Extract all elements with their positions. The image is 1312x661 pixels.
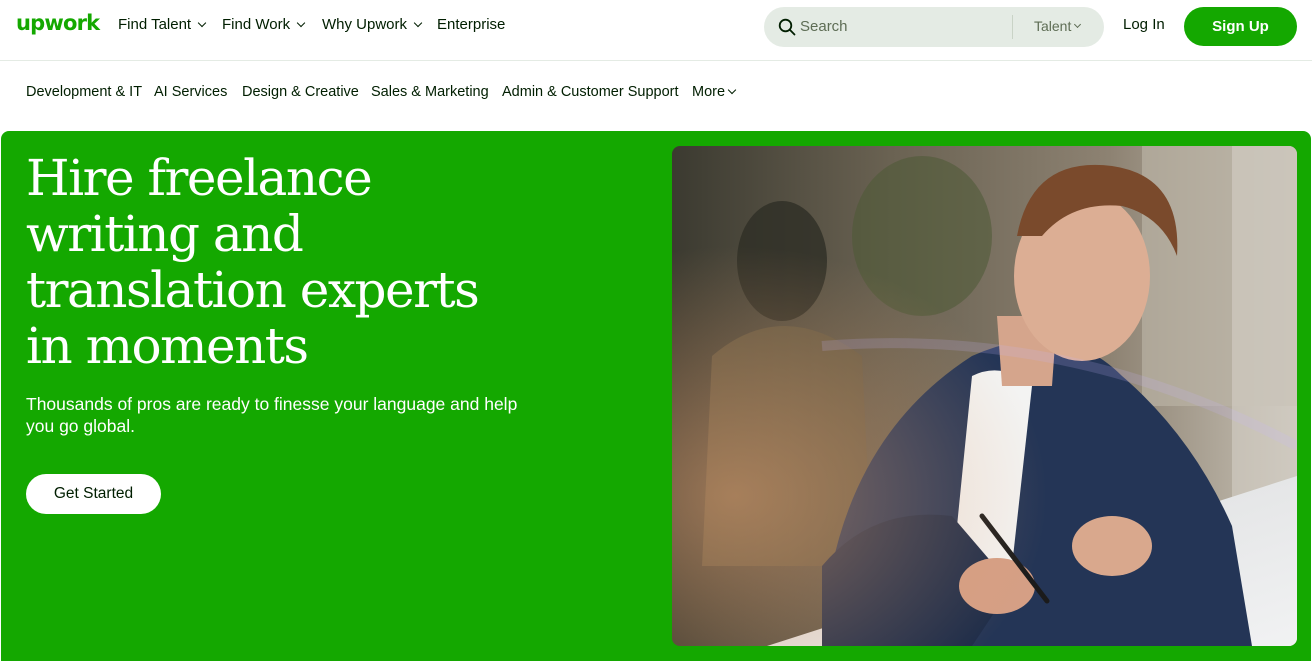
- search-scope-label: Talent: [1034, 18, 1072, 34]
- get-started-button[interactable]: Get Started: [26, 474, 161, 514]
- hero-title: Hire freelance writing and translation e…: [26, 150, 546, 374]
- login-link[interactable]: Log In: [1123, 16, 1165, 33]
- signup-button[interactable]: Sign Up: [1184, 7, 1297, 46]
- nav-enterprise-label: Enterprise: [437, 16, 506, 33]
- search-bar[interactable]: Search Talent: [764, 7, 1104, 47]
- chevron-down-icon: [727, 85, 737, 95]
- hero-section: Hire freelance writing and translation e…: [1, 131, 1311, 661]
- hero-title-line: in moments: [26, 317, 309, 375]
- chevron-down-icon: [413, 18, 423, 27]
- chevron-down-icon: [1074, 20, 1082, 28]
- nav-find-talent-label: Find Talent: [118, 16, 192, 33]
- category-development-it[interactable]: Development & IT: [26, 84, 142, 100]
- top-navigation: upwork Find Talent Find Work Why Upwork …: [0, 0, 1312, 61]
- category-sales-marketing[interactable]: Sales & Marketing: [371, 84, 489, 100]
- hero-title-line: Hire freelance: [26, 149, 373, 207]
- category-more[interactable]: More: [692, 84, 737, 100]
- search-icon: [778, 18, 796, 41]
- category-navigation: Development & IT AI Services Design & Cr…: [0, 62, 1312, 124]
- nav-why-upwork[interactable]: Why Upwork: [322, 16, 423, 33]
- hero-title-line: translation experts: [26, 261, 480, 319]
- category-ai-services[interactable]: AI Services: [154, 84, 227, 100]
- search-divider: [1012, 15, 1013, 39]
- nav-enterprise[interactable]: Enterprise: [437, 16, 505, 33]
- category-design-creative[interactable]: Design & Creative: [242, 84, 359, 100]
- chevron-down-icon: [197, 18, 207, 27]
- hero-subtitle: Thousands of pros are ready to finesse y…: [26, 394, 518, 436]
- hero-photo: [672, 146, 1297, 646]
- category-admin-support[interactable]: Admin & Customer Support: [502, 84, 679, 100]
- chevron-down-icon: [296, 18, 306, 27]
- category-more-label: More: [692, 84, 726, 100]
- nav-why-upwork-label: Why Upwork: [322, 16, 408, 33]
- man-writing-photo-illustration: [672, 146, 1297, 646]
- nav-find-work-label: Find Work: [222, 16, 291, 33]
- hero-title-line: writing and: [26, 205, 304, 263]
- nav-find-talent[interactable]: Find Talent: [118, 16, 207, 33]
- upwork-logo[interactable]: upwork: [16, 11, 100, 35]
- nav-find-work[interactable]: Find Work: [222, 16, 306, 33]
- search-scope-dropdown[interactable]: Talent: [1034, 18, 1082, 34]
- search-input[interactable]: Search: [800, 18, 848, 35]
